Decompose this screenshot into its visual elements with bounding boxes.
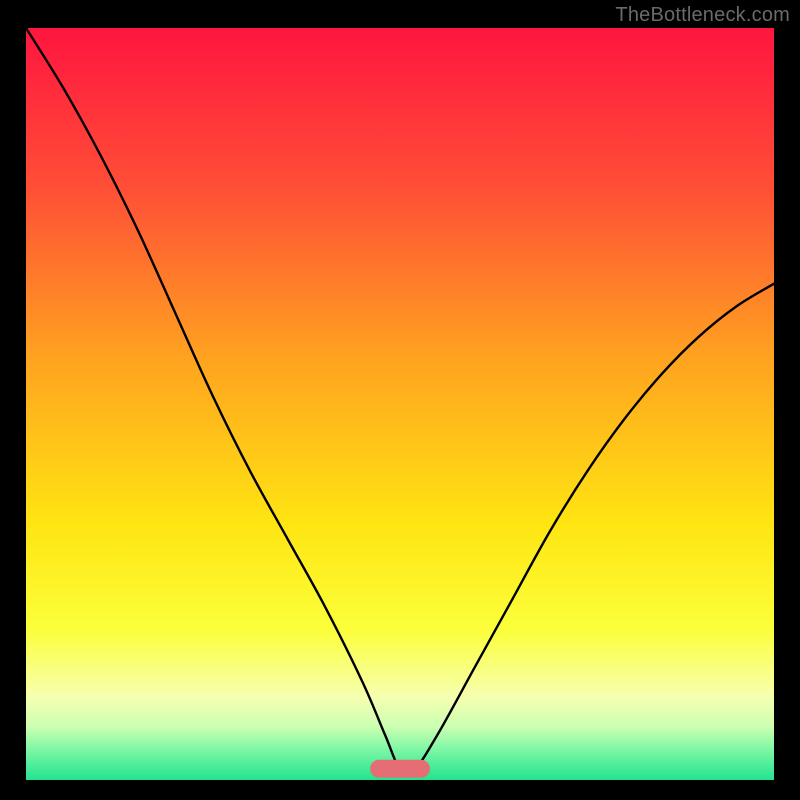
optimal-zone-marker bbox=[370, 760, 430, 778]
bottleneck-chart bbox=[0, 0, 800, 800]
plot-background bbox=[26, 28, 774, 780]
chart-container: TheBottleneck.com bbox=[0, 0, 800, 800]
